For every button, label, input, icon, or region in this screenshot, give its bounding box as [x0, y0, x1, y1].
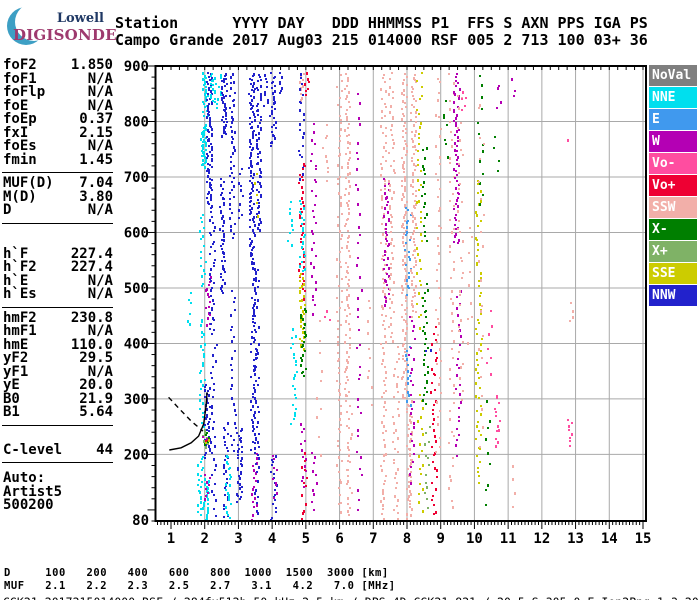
svg-text:8: 8: [403, 531, 411, 547]
legend-item-x+: X+: [649, 241, 697, 262]
ionogram-plot: 1234567891011121314159008007006005004003…: [0, 0, 700, 600]
svg-text:900: 900: [124, 59, 149, 75]
svg-text:2: 2: [200, 531, 208, 547]
artist-model-trace: [169, 397, 203, 431]
svg-text:500: 500: [124, 281, 149, 297]
svg-text:11: 11: [500, 531, 517, 547]
svg-text:13: 13: [567, 531, 584, 547]
svg-text:14: 14: [601, 531, 618, 547]
legend-item-w: W: [649, 131, 697, 152]
legend-item-e: E: [649, 109, 697, 130]
svg-text:200: 200: [124, 447, 149, 463]
svg-text:4: 4: [268, 531, 276, 547]
svg-text:10: 10: [466, 531, 483, 547]
svg-text:3: 3: [234, 531, 242, 547]
svg-text:400: 400: [124, 336, 149, 352]
legend-item-x-: X-: [649, 219, 697, 240]
legend-item-nnw: NNW: [649, 285, 697, 306]
svg-text:5: 5: [302, 531, 310, 547]
artist-hF-trace: [169, 392, 207, 450]
svg-text:300: 300: [124, 392, 149, 408]
ionogram-svg: 1234567891011121314159008007006005004003…: [0, 0, 700, 600]
legend-item-sse: SSE: [649, 263, 697, 284]
distance-row: D 100 200 400 600 800 1000 1500 3000 [km…: [4, 567, 389, 579]
status-line: CGK21_2017215014000.RSF / 284fx512h 50 k…: [3, 595, 699, 600]
svg-text:800: 800: [124, 114, 149, 130]
echo-status-legend: NoValNNEEWVo-Vo+SSWX-X+SSENNW: [649, 65, 697, 307]
legend-item-vo-: Vo-: [649, 153, 697, 174]
muf-row: MUF 2.1 2.2 2.3 2.5 2.7 3.1 4.2 7.0 [MHz…: [4, 580, 396, 592]
svg-text:12: 12: [533, 531, 550, 547]
legend-item-nne: NNE: [649, 87, 697, 108]
svg-text:600: 600: [124, 225, 149, 241]
digisonde-ionogram-window: { "logo": { "line1": "Lowell", "line2": …: [0, 0, 700, 600]
svg-text:700: 700: [124, 170, 149, 186]
legend-item-ssw: SSW: [649, 197, 697, 218]
svg-text:9: 9: [436, 531, 444, 547]
svg-text:6: 6: [335, 531, 343, 547]
svg-text:1: 1: [167, 531, 175, 547]
svg-text:15: 15: [635, 531, 652, 547]
svg-text:7: 7: [369, 531, 377, 547]
legend-item-vo+: Vo+: [649, 175, 697, 196]
svg-text:80: 80: [132, 513, 149, 529]
legend-item-noval: NoVal: [649, 65, 697, 86]
